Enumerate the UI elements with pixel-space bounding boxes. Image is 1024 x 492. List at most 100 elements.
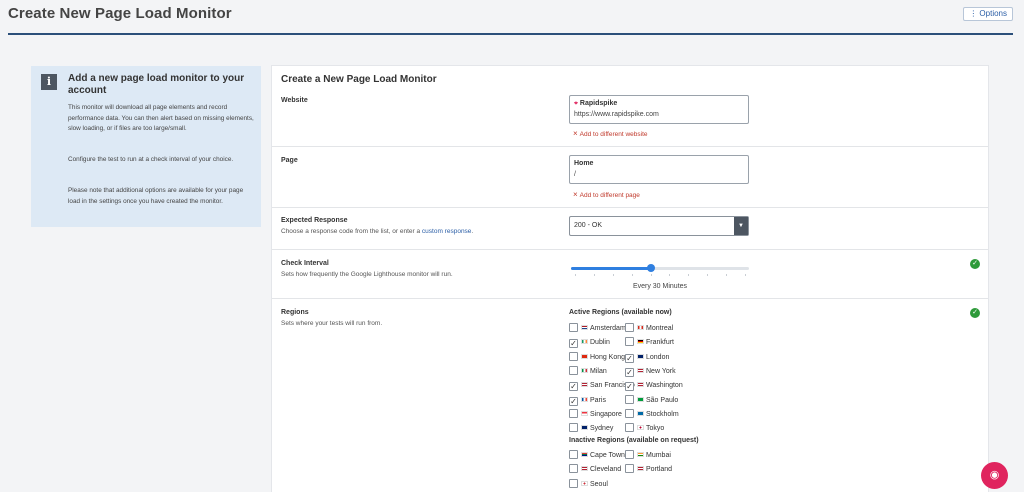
region-name: Sydney	[590, 425, 614, 433]
region-checkbox[interactable]	[569, 323, 578, 332]
options-label: Options	[979, 9, 1007, 18]
region-name: Tokyo	[646, 425, 665, 433]
expected-response-select[interactable]: 200 - OK ▼	[569, 216, 749, 236]
slider-tick	[593, 274, 595, 276]
region-option[interactable]: Singapore	[569, 408, 622, 420]
custom-response-link[interactable]: custom response	[422, 228, 472, 235]
region-option[interactable]: Cape Town	[569, 450, 625, 461]
region-option[interactable]: Stockholm	[625, 408, 679, 420]
flag-ca-icon	[637, 325, 644, 330]
region-name: Paris	[590, 396, 606, 404]
region-name: Portland	[646, 466, 673, 474]
form-title: Create a New Page Load Monitor	[281, 74, 437, 85]
region-name: Singapore	[590, 410, 622, 418]
expected-response-value: 200 - OK	[574, 222, 603, 229]
region-option[interactable]: São Paulo	[625, 394, 679, 406]
region-option[interactable]: Milan	[569, 365, 607, 377]
region-checkbox[interactable]	[569, 423, 578, 433]
website-url: https://www.rapidspike.com	[574, 111, 659, 118]
region-option[interactable]: ✓ Washington	[625, 380, 683, 392]
inactive-regions-heading: Inactive Regions (available on request)	[569, 437, 699, 444]
check-interval-label: Check Interval	[281, 260, 329, 267]
region-option[interactable]: ✓ London	[625, 352, 669, 363]
region-option[interactable]: Seoul	[569, 478, 608, 490]
regions-label: Regions	[281, 309, 309, 316]
slider-tick	[707, 274, 709, 276]
close-icon: ×	[573, 129, 578, 138]
region-name: Dublin	[590, 339, 610, 347]
add-to-different-website-link[interactable]: × Add to different website	[573, 129, 647, 138]
region-name: Montreal	[646, 325, 674, 332]
region-checkbox[interactable]: ✓	[625, 353, 634, 363]
region-option[interactable]: Sydney	[569, 423, 613, 434]
page-selector[interactable]: Home /	[569, 155, 749, 184]
region-checkbox[interactable]	[625, 337, 634, 347]
region-name: São Paulo	[646, 396, 679, 404]
active-regions-heading: Active Regions (available now)	[569, 309, 672, 316]
region-option[interactable]: ✓ Paris	[569, 395, 606, 406]
region-checkbox[interactable]: ✓	[569, 396, 578, 406]
region-checkbox[interactable]	[569, 365, 578, 375]
website-name-text: Rapidspike	[579, 100, 618, 107]
flag-us-icon	[581, 466, 588, 472]
page-title: Create New Page Load Monitor	[8, 5, 232, 22]
flag-in-icon	[637, 452, 644, 457]
website-selector[interactable]: ⌖ Rapidspike https://www.rapidspike.com	[569, 95, 749, 124]
region-name: London	[646, 353, 670, 361]
region-checkbox[interactable]	[569, 478, 578, 488]
slider-tick	[612, 274, 614, 276]
region-option[interactable]: Cleveland	[569, 464, 621, 475]
slider-tick	[669, 274, 671, 276]
check-interval-description: Sets how frequently the Google Lighthous…	[281, 271, 453, 278]
page-name: Home	[574, 160, 594, 167]
add-to-different-page-link[interactable]: × Add to different page	[573, 190, 640, 199]
flag-za-icon	[581, 452, 588, 457]
options-button[interactable]: ⋮ Options	[963, 7, 1013, 21]
flag-gb-icon	[637, 353, 644, 359]
slider-handle[interactable]	[647, 264, 656, 272]
region-checkbox[interactable]: ✓	[569, 382, 578, 392]
slider-tick	[631, 274, 633, 276]
flag-us-icon	[637, 382, 644, 388]
region-option[interactable]: Frankfurt	[625, 337, 674, 348]
region-name: Milan	[590, 367, 607, 375]
checkmark-circle-icon: ✓	[970, 308, 980, 318]
info-heading: Add a new page load monitor to your acco…	[68, 73, 245, 96]
region-checkbox[interactable]	[625, 450, 634, 459]
region-option[interactable]: Hong Kong	[569, 351, 625, 363]
region-checkbox[interactable]: ✓	[625, 367, 634, 377]
region-checkbox[interactable]	[625, 394, 634, 404]
region-checkbox[interactable]	[569, 408, 578, 418]
region-option[interactable]: Mumbai	[625, 450, 671, 461]
region-name: Cape Town	[590, 452, 625, 459]
region-option[interactable]: ✓ New York	[625, 366, 676, 377]
add-diff-website-text: Add to different website	[579, 131, 648, 138]
region-checkbox[interactable]	[569, 450, 578, 459]
flag-nl-icon	[581, 325, 588, 330]
region-checkbox[interactable]	[625, 423, 634, 433]
region-option[interactable]: ✓ Dublin	[569, 337, 610, 349]
region-checkbox[interactable]: ✓	[569, 339, 578, 349]
region-checkbox[interactable]: ✓	[625, 382, 634, 392]
vertical-dots-icon: ⋮	[969, 9, 978, 18]
slider-tick	[745, 274, 746, 276]
region-option[interactable]: Amsterdam	[569, 323, 626, 334]
region-option[interactable]: Montreal	[625, 323, 673, 334]
region-option[interactable]: Portland	[625, 464, 672, 475]
region-checkbox[interactable]	[625, 464, 634, 474]
info-paragraph: This monitor will download all page elem…	[68, 104, 254, 132]
slider-fill	[571, 267, 652, 270]
region-checkbox[interactable]	[569, 351, 578, 361]
chat-button[interactable]: ◉	[981, 462, 1008, 489]
region-checkbox[interactable]	[569, 464, 578, 474]
flag-it-icon	[581, 367, 588, 373]
row-divider	[272, 249, 988, 250]
region-checkbox[interactable]	[625, 323, 634, 332]
row-divider	[272, 207, 988, 208]
region-checkbox[interactable]	[625, 408, 634, 418]
region-name: Frankfurt	[646, 339, 675, 347]
region-option[interactable]: Tokyo	[625, 423, 664, 434]
check-interval-slider[interactable]	[571, 264, 749, 272]
flag-hk-icon	[581, 353, 588, 359]
row-divider	[272, 146, 988, 147]
